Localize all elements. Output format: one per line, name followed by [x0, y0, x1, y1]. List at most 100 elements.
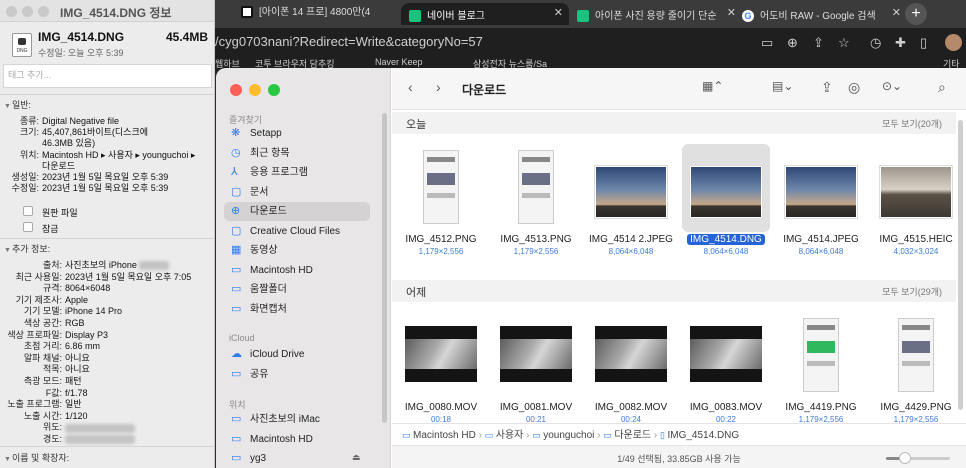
sidebar-item-label: iCloud Drive	[250, 349, 305, 360]
file-thumbnail	[595, 326, 667, 382]
more-info-section-header[interactable]: ▼추가 정보:	[4, 242, 50, 255]
info-value: f/1.78	[65, 387, 88, 398]
sidebar-item[interactable]: ▢ 문서	[224, 183, 370, 202]
sidebar-item[interactable]: ▦ 동영상	[224, 241, 370, 260]
close-tab-2-icon[interactable]: ✕	[727, 6, 736, 19]
sidebar-item-label: 다운로드	[250, 206, 287, 217]
file-dimensions: 8,064×6,048	[703, 247, 749, 256]
sidebar-item[interactable]: ❋ Setapp	[224, 124, 370, 143]
locked-checkbox[interactable]	[23, 222, 33, 232]
close-light-button[interactable]	[6, 6, 17, 17]
sidebar-icon: ▭	[231, 283, 242, 295]
search-icon[interactable]: ⌕	[938, 79, 946, 96]
url-text[interactable]: /cyg0703nani?Redirect=Write&categoryNo=5…	[215, 34, 483, 49]
file-thumbnail	[880, 166, 952, 218]
sidebar-item-label: 공유	[250, 368, 269, 380]
new-tab-button[interactable]: +	[905, 3, 927, 25]
file-thumbnail	[500, 326, 572, 382]
sidebar-icon: ▢	[231, 185, 242, 198]
file-name-text: IMG_0082.MOV	[594, 402, 668, 413]
zoom-icon[interactable]: ⊕	[787, 35, 798, 51]
minimize-button[interactable]	[249, 84, 261, 96]
view-grid-icon[interactable]: ▦⌃	[702, 79, 723, 93]
sidebar-icon: ▭	[231, 413, 242, 425]
sidebar-item[interactable]: ▭ 움짤폴더	[224, 280, 370, 299]
sidebar-icon: ▭	[231, 263, 242, 276]
file-name-text: IMG_4513.PNG	[500, 234, 572, 245]
tab-3[interactable]: G 어도비 RAW - Google 검색 ✕	[742, 3, 907, 25]
locked-label: 잠금	[42, 224, 59, 234]
thumbnail-frame	[872, 312, 960, 400]
info-value: 6.86 mm	[65, 341, 101, 352]
sidebar-item[interactable]: ⊕ 다운로드	[224, 202, 370, 221]
path-segment[interactable]: ▯ IMG_4514.DNG	[660, 430, 739, 441]
tags-input[interactable]: 태그 추가...	[3, 64, 212, 88]
show-all-today-link[interactable]: 모두 보기(20개)	[882, 117, 942, 130]
close-button[interactable]	[230, 84, 242, 96]
file-name-text: IMG_4419.PNG	[785, 402, 857, 413]
group-by-icon[interactable]: ▤⌄	[772, 79, 793, 93]
tab-1[interactable]: 네이버 블로그 ✕	[401, 3, 569, 25]
share-icon[interactable]: ⇪	[821, 79, 833, 96]
tab-2[interactable]: 아이폰 사진 용량 줄이기 단순 ✕	[577, 3, 742, 25]
airdrop-icon[interactable]: ◎	[848, 79, 860, 96]
content-scrollbar[interactable]	[958, 120, 963, 410]
sidebar-item[interactable]: ▭ Macintosh HD	[224, 261, 370, 280]
zoom-light-button[interactable]	[38, 6, 49, 17]
info-value: 2023년 1월 5일 목요일 오후 5:39	[42, 183, 169, 194]
sidebar-item[interactable]: ▭ 공유	[224, 365, 370, 384]
screen-icon[interactable]: ▭	[761, 35, 773, 51]
sidebar-icon: ⅄	[231, 166, 238, 178]
close-tab-3-icon[interactable]: ✕	[892, 6, 901, 19]
file-name: IMG_4515.HEIC	[861, 234, 966, 245]
sidebar-item[interactable]: ☁ iCloud Drive	[224, 345, 370, 364]
extensions-puzzle-icon[interactable]: ✚	[895, 35, 906, 51]
sidebar-icon[interactable]: ▯	[920, 35, 927, 51]
back-button[interactable]: ‹	[408, 79, 413, 95]
stationery-checkbox[interactable]	[23, 206, 33, 216]
info-value: RGB	[65, 318, 85, 328]
name-ext-section-header[interactable]: ▼이름 및 확장자:	[4, 451, 69, 464]
sidebar-item[interactable]: ▭ yg3	[224, 449, 370, 468]
forward-button[interactable]: ›	[436, 79, 441, 95]
thumbnail-frame	[397, 144, 485, 232]
info-value: Apple	[65, 294, 89, 305]
info-value: 2023년 1월 5일 목요일 오후 7:05	[65, 271, 192, 282]
finder-toolbar: ‹ › 다운로드 ▦⌃ ▤⌄ ⇪ ◎ ⊙⌄ ⌕	[392, 68, 966, 110]
thumbnail-frame	[492, 312, 580, 400]
sidebar-item[interactable]: ▭ Macintosh HD	[224, 430, 370, 449]
path-segment-label: Macintosh HD	[413, 430, 476, 441]
minimize-light-button[interactable]	[22, 6, 33, 17]
show-all-yesterday-link[interactable]: 모두 보기(29개)	[882, 285, 942, 298]
extension-clock-icon[interactable]: ◷	[870, 35, 881, 51]
sidebar-item[interactable]: ◷ 최근 항목	[224, 144, 370, 163]
path-segment[interactable]: ▭ younguchoi	[532, 430, 594, 441]
close-tab-1-icon[interactable]: ✕	[554, 6, 563, 19]
more-actions-icon[interactable]: ⊙⌄	[882, 79, 902, 93]
sidebar-item[interactable]: ▢ Creative Cloud Files	[224, 222, 370, 241]
thumbnail-frame	[777, 312, 865, 400]
file-name: IMG_0083.MOV	[671, 402, 781, 413]
sidebar-item[interactable]: ▭ 화면캡처	[224, 300, 370, 319]
sidebar-item[interactable]: ▭ 사진초보의 iMac	[224, 410, 370, 429]
profile-avatar[interactable]	[945, 34, 962, 51]
general-section-header[interactable]: ▼일반:	[4, 98, 31, 111]
thumbnail-frame	[492, 144, 580, 232]
file-name: IMG_4429.PNG	[861, 402, 966, 413]
path-segment[interactable]: ▭ 사용자	[485, 430, 524, 441]
tab-0[interactable]: [아이폰 14 프로] 4800만(4	[241, 3, 391, 25]
sidebar-item-label: 응용 프로그램	[250, 167, 308, 178]
sidebar-item[interactable]: ⅄ 응용 프로그램	[224, 163, 370, 182]
icon-size-slider[interactable]	[886, 452, 950, 464]
zoom-button[interactable]	[268, 84, 280, 96]
file-thumbnail	[690, 166, 762, 218]
bookmark-star-icon[interactable]: ☆	[838, 35, 850, 51]
path-segment[interactable]: ▭ Macintosh HD	[402, 430, 476, 441]
file-name-text: IMG_4514.JPEG	[783, 234, 859, 245]
eject-icon[interactable]: ⏏	[352, 452, 361, 463]
bookmark-2[interactable]: Naver Keep	[375, 57, 423, 67]
sidebar-scrollbar[interactable]	[382, 113, 387, 423]
sidebar-item-label: 화면캡처	[250, 303, 287, 315]
share-icon[interactable]: ⇪	[813, 35, 824, 51]
path-segment[interactable]: ▭ 다운로드	[603, 430, 651, 441]
